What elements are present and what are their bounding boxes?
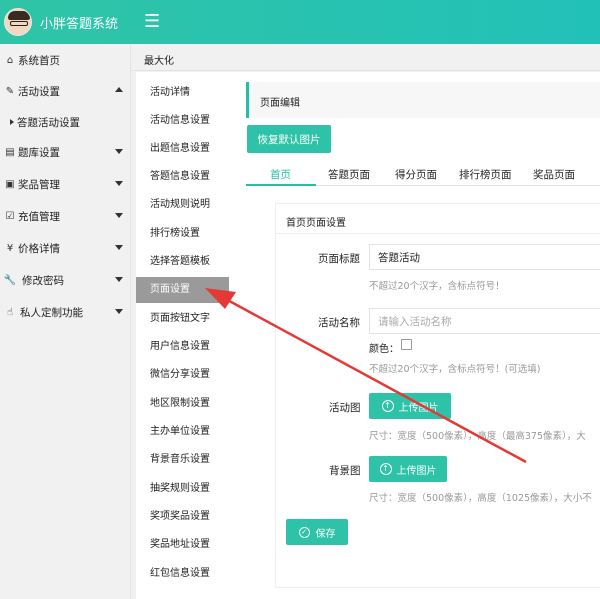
check-icon: ✓ bbox=[298, 526, 310, 538]
chevron-down-icon bbox=[115, 149, 123, 154]
activity-name-input[interactable]: 请输入活动名称 bbox=[369, 308, 600, 334]
menu-item-organizer[interactable]: 主办单位设置 bbox=[136, 419, 229, 445]
background-image-hint: 尺寸：宽度（500像素），高度（1025像素），大小不 bbox=[369, 493, 592, 504]
app-title: 小胖答题系统 bbox=[40, 16, 119, 32]
hand-icon: ☝ bbox=[6, 306, 14, 318]
menu-item-lottery-rules[interactable]: 抽奖规则设置 bbox=[136, 476, 229, 502]
upload-background-image-button[interactable]: ↑ 上传图片 bbox=[369, 456, 447, 482]
menu-item-red-packet[interactable]: 红包信息设置 bbox=[136, 561, 229, 587]
chevron-down-icon bbox=[115, 277, 123, 282]
menu-item-activity-info[interactable]: 活动信息设置 bbox=[136, 108, 229, 134]
sidebar-item-label: 充值管理 bbox=[18, 210, 60, 223]
chevron-down-icon bbox=[115, 181, 123, 186]
sidebar-item-pricing[interactable]: ¥ 价格详情 bbox=[0, 234, 131, 262]
sidebar-item-label: 系统首页 bbox=[18, 54, 60, 67]
sidebar-item-label: 修改密码 bbox=[22, 274, 64, 287]
yen-icon: ¥ bbox=[6, 242, 14, 254]
maximize-link[interactable]: 最大化 bbox=[144, 52, 174, 67]
menu-item-prize-address[interactable]: 奖品地址设置 bbox=[136, 532, 229, 558]
menu-item-answer-info[interactable]: 答题信息设置 bbox=[136, 164, 229, 190]
card-title: 首页页面设置 bbox=[286, 218, 346, 229]
tab-score-page[interactable]: 得分页面 bbox=[395, 167, 437, 182]
book-icon: ▤ bbox=[5, 146, 15, 158]
menu-item-prize-items[interactable]: 奖项奖品设置 bbox=[136, 504, 229, 530]
upload-button-label: 上传图片 bbox=[398, 402, 439, 414]
activity-image-label: 活动图 bbox=[329, 402, 361, 414]
restore-default-images-button[interactable]: 恢复默认图片 bbox=[247, 125, 331, 153]
menu-item-question-info[interactable]: 出题信息设置 bbox=[136, 136, 229, 162]
sidebar-subitem-quiz-activity[interactable]: 答题活动设置 bbox=[0, 109, 131, 135]
menu-item-page-settings[interactable]: 页面设置 bbox=[136, 277, 229, 303]
upload-icon: ↑ bbox=[379, 463, 392, 475]
avatar[interactable] bbox=[4, 8, 32, 36]
hamburger-icon[interactable]: ☰ bbox=[144, 13, 160, 31]
sidebar-item-activity-settings[interactable]: ✎ 活动设置 bbox=[0, 77, 131, 105]
chevron-down-icon bbox=[115, 309, 123, 314]
sidebar-item-home[interactable]: ⌂ 系统首页 bbox=[0, 46, 131, 74]
gift-icon: ▣ bbox=[5, 178, 15, 190]
active-tab-indicator bbox=[246, 184, 316, 186]
tab-leaderboard-page[interactable]: 排行榜页面 bbox=[459, 167, 512, 182]
checkbox-icon: ☑ bbox=[5, 210, 15, 222]
upload-icon: ↑ bbox=[381, 400, 394, 412]
sidebar-item-label: 私人定制功能 bbox=[20, 306, 83, 319]
sidebar-item-recharge[interactable]: ☑ 充值管理 bbox=[0, 202, 131, 230]
wrench-icon: 🔧 bbox=[3, 274, 17, 286]
menu-item-region-limit[interactable]: 地区限制设置 bbox=[136, 391, 229, 417]
menu-item-bg-music[interactable]: 背景音乐设置 bbox=[136, 447, 229, 473]
sidebar-item-custom[interactable]: ☝ 私人定制功能 bbox=[0, 298, 131, 326]
page-tabs: 首页 答题页面 得分页面 排行榜页面 奖品页面 bbox=[246, 164, 600, 186]
activity-image-hint: 尺寸：宽度（500像素），高度（最高375像素），大 bbox=[369, 431, 586, 442]
chevron-up-icon bbox=[115, 87, 123, 92]
upload-button-label: 上传图片 bbox=[396, 465, 437, 477]
sidebar-item-change-password[interactable]: 🔧 修改密码 bbox=[0, 266, 131, 294]
secondary-menu: 活动详情 活动信息设置 出题信息设置 答题信息设置 活动规则说明 排行榜设置 选… bbox=[136, 72, 237, 599]
page-title-label: 页面标题 bbox=[318, 253, 360, 265]
tab-prize-page[interactable]: 奖品页面 bbox=[533, 167, 575, 182]
sidebar-item-prizes[interactable]: ▣ 奖品管理 bbox=[0, 170, 131, 198]
tab-quiz-page[interactable]: 答题页面 bbox=[328, 167, 370, 182]
menu-item-user-info[interactable]: 用户信息设置 bbox=[136, 334, 229, 360]
sidebar-item-label: 活动设置 bbox=[18, 85, 60, 98]
avatar-hair bbox=[8, 11, 30, 20]
menu-item-rules[interactable]: 活动规则说明 bbox=[136, 192, 229, 218]
edit-icon: ✎ bbox=[5, 85, 15, 97]
menu-item-leaderboard[interactable]: 排行榜设置 bbox=[136, 221, 229, 247]
sidebar-item-label: 奖品管理 bbox=[18, 178, 60, 191]
tab-home[interactable]: 首页 bbox=[270, 167, 291, 182]
triangle-right-icon bbox=[10, 119, 14, 125]
chevron-down-icon bbox=[115, 245, 123, 250]
color-picker[interactable] bbox=[401, 339, 412, 350]
sidebar: ⌂ 系统首页 ✎ 活动设置 答题活动设置 ▤ 题库设置 ▣ 奖品管理 ☑ 充值管… bbox=[0, 44, 131, 599]
save-button[interactable]: ✓ 保存 bbox=[286, 519, 348, 545]
avatar-glasses bbox=[10, 21, 28, 26]
top-header: 小胖答题系统 ☰ bbox=[0, 0, 600, 44]
sidebar-item-question-bank[interactable]: ▤ 题库设置 bbox=[0, 138, 131, 166]
sidebar-item-label: 题库设置 bbox=[18, 146, 60, 159]
chevron-down-icon bbox=[115, 213, 123, 218]
home-settings-card: 首页页面设置 页面标题 答题活动 不超过20个汉字，含标点符号！ 活动名称 请输… bbox=[275, 203, 600, 588]
home-icon: ⌂ bbox=[6, 54, 14, 66]
menu-item-wechat-share[interactable]: 微信分享设置 bbox=[136, 362, 229, 388]
menu-item-button-text[interactable]: 页面按钮文字 bbox=[136, 306, 229, 332]
main-content: 页面编辑 恢复默认图片 首页 答题页面 得分页面 排行榜页面 奖品页面 首页页面… bbox=[237, 72, 600, 599]
panel-title: 页面编辑 bbox=[260, 98, 300, 109]
upload-activity-image-button[interactable]: ↑ 上传图片 bbox=[369, 393, 451, 419]
background-image-label: 背景图 bbox=[329, 465, 361, 477]
activity-name-label: 活动名称 bbox=[318, 317, 360, 329]
panel-header: 页面编辑 bbox=[246, 82, 600, 118]
page-title-hint: 不超过20个汉字，含标点符号！ bbox=[369, 281, 505, 292]
menu-item-activity-details[interactable]: 活动详情 bbox=[136, 80, 229, 106]
activity-name-hint: 不超过20个汉字，含标点符号！(可选填) bbox=[369, 364, 541, 375]
page-title-input[interactable]: 答题活动 bbox=[369, 244, 600, 270]
color-label: 颜色： bbox=[369, 344, 399, 355]
maximize-bar: 最大化 bbox=[131, 44, 600, 71]
card-divider bbox=[276, 233, 600, 234]
menu-item-template[interactable]: 选择答题模板 bbox=[136, 249, 229, 275]
sidebar-item-label: 价格详情 bbox=[18, 242, 60, 255]
sidebar-subitem-label: 答题活动设置 bbox=[17, 116, 80, 129]
save-button-label: 保存 bbox=[315, 528, 336, 540]
